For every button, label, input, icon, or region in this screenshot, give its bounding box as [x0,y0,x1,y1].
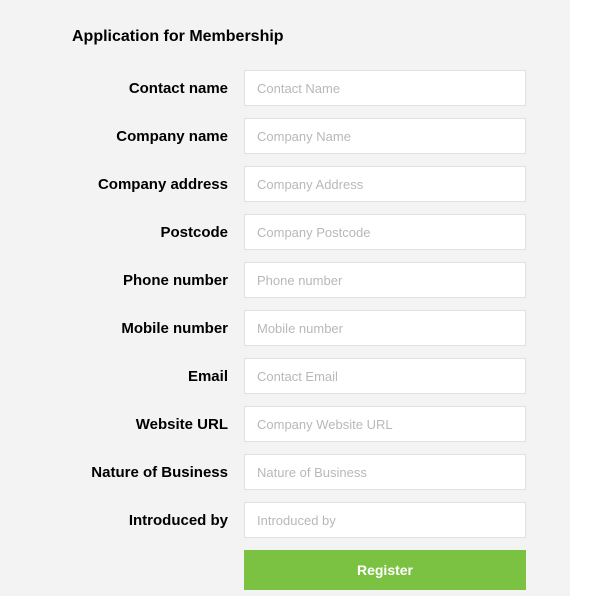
label-website-url: Website URL [44,416,244,433]
row-email: Email [44,358,526,394]
label-phone-number: Phone number [44,272,244,289]
label-email: Email [44,368,244,385]
company-address-input[interactable] [244,166,526,202]
label-nature-of-business: Nature of Business [44,464,244,481]
form-title: Application for Membership [72,28,526,46]
label-contact-name: Contact name [44,80,244,97]
membership-form-page: Application for Membership Contact name … [0,0,570,596]
introduced-by-input[interactable] [244,502,526,538]
postcode-input[interactable] [244,214,526,250]
row-mobile-number: Mobile number [44,310,526,346]
row-introduced-by: Introduced by [44,502,526,538]
register-button[interactable]: Register [244,550,526,590]
label-mobile-number: Mobile number [44,320,244,337]
nature-of-business-input[interactable] [244,454,526,490]
submit-spacer [44,550,244,590]
row-phone-number: Phone number [44,262,526,298]
submit-row: Register [44,550,526,590]
website-url-input[interactable] [244,406,526,442]
label-company-address: Company address [44,176,244,193]
row-contact-name: Contact name [44,70,526,106]
phone-number-input[interactable] [244,262,526,298]
contact-name-input[interactable] [244,70,526,106]
label-postcode: Postcode [44,224,244,241]
label-introduced-by: Introduced by [44,512,244,529]
company-name-input[interactable] [244,118,526,154]
email-input[interactable] [244,358,526,394]
row-nature-of-business: Nature of Business [44,454,526,490]
row-company-address: Company address [44,166,526,202]
label-company-name: Company name [44,128,244,145]
row-company-name: Company name [44,118,526,154]
mobile-number-input[interactable] [244,310,526,346]
row-postcode: Postcode [44,214,526,250]
row-website-url: Website URL [44,406,526,442]
